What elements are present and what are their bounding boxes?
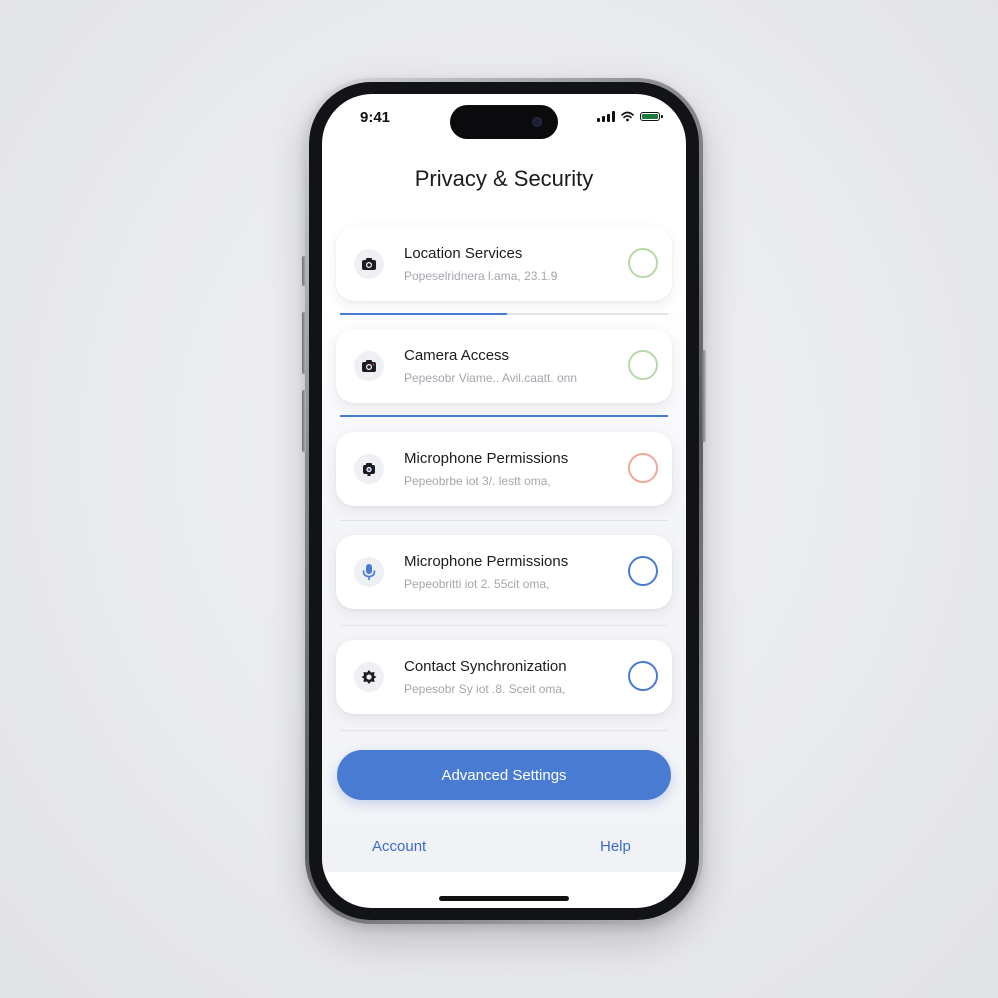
setting-subtitle: Pepesobr Sy iot .8. Sceit oma,: [404, 682, 566, 696]
setting-subtitle: Pepeobritti iot 2. 55cit oma,: [404, 577, 550, 591]
setting-card-microphone-permissions[interactable]: Microphone Permissions Pepeobrbe iot 3/.…: [336, 432, 672, 506]
microphone-permissions-toggle[interactable]: [628, 453, 658, 483]
volume-up-button: [302, 312, 306, 374]
section-progress: [340, 313, 668, 315]
setting-card-location-services[interactable]: Location Services Popeselridnera l.ama, …: [336, 227, 672, 301]
setting-subtitle: Pepeobrbe iot 3/. lestt oma,: [404, 474, 551, 488]
setting-card-microphone-permissions-2[interactable]: Microphone Permissions Pepeobritti iot 2…: [336, 535, 672, 609]
phone-screen: 9:41 Privacy & Security Location Service…: [322, 94, 686, 908]
status-time: 9:41: [360, 109, 391, 126]
setting-subtitle: Popeselridnera l.ama, 23.1.9: [404, 269, 558, 283]
setting-title: Camera Access: [404, 347, 510, 364]
cellular-signal-icon: [597, 111, 615, 122]
section-progress-fill: [340, 313, 508, 315]
contact-synchronization-toggle[interactable]: [628, 661, 658, 691]
power-button: [702, 350, 706, 442]
front-camera-icon: [532, 117, 542, 127]
setting-title: Microphone Permissions: [404, 553, 569, 570]
status-icons: [597, 111, 663, 122]
action-button: [302, 256, 306, 286]
bottom-bar: Account Help: [322, 822, 686, 872]
camera-icon: [354, 351, 384, 381]
account-link[interactable]: Account: [372, 838, 426, 855]
section-progress-fill: [340, 415, 668, 417]
microphone-permissions-2-toggle[interactable]: [628, 556, 658, 586]
microphone-icon: [354, 557, 384, 587]
camera-gear-icon: [354, 454, 384, 484]
page-title: Privacy & Security: [414, 166, 594, 191]
divider: [340, 625, 668, 626]
home-indicator[interactable]: [439, 896, 569, 901]
divider: [340, 520, 668, 521]
wifi-icon: [621, 111, 634, 122]
setting-subtitle: Pepesobr Viame.. Avil.caatt. onn: [404, 371, 577, 385]
camera-access-toggle[interactable]: [628, 350, 658, 380]
setting-title: Microphone Permissions: [404, 450, 569, 467]
camera-icon: [354, 249, 384, 279]
section-progress: [340, 415, 668, 417]
setting-title: Location Services: [404, 245, 523, 262]
location-services-toggle[interactable]: [628, 248, 658, 278]
help-link[interactable]: Help: [600, 838, 631, 855]
setting-card-contact-synchronization[interactable]: Contact Synchronization Pepesobr Sy iot …: [336, 640, 672, 714]
setting-card-camera-access[interactable]: Camera Access Pepesobr Viame.. Avil.caat…: [336, 329, 672, 403]
advanced-settings-button[interactable]: Advanced Settings: [337, 750, 671, 800]
divider: [340, 730, 668, 731]
volume-down-button: [302, 390, 306, 452]
gear-icon: [354, 662, 384, 692]
setting-title: Contact Synchronization: [404, 658, 567, 675]
dynamic-island: [450, 105, 558, 139]
battery-icon: [640, 112, 663, 121]
